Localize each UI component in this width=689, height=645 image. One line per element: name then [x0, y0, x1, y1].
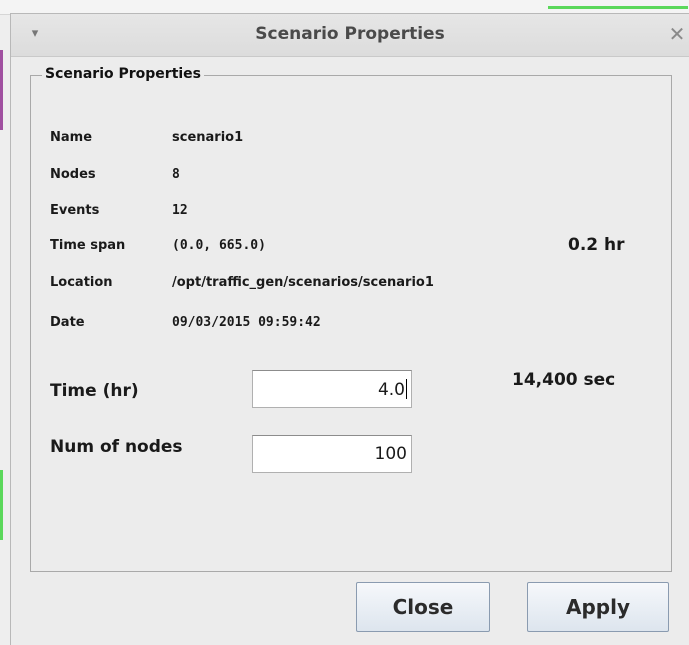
property-label: Events: [50, 203, 100, 218]
num-nodes-input[interactable]: 100: [252, 435, 412, 473]
property-value: scenario1: [172, 130, 244, 145]
time-hours-value: 4.0: [377, 380, 405, 400]
property-label: Location: [50, 275, 113, 290]
properties-group: [30, 75, 672, 572]
time-seconds-readout: 14,400 sec: [512, 370, 616, 390]
close-icon[interactable]: ✕: [667, 23, 687, 45]
text-caret: [406, 379, 407, 399]
nodes-field-label: Num of nodes: [50, 437, 183, 457]
window-title: Scenario Properties: [255, 24, 445, 44]
screen: ▾ Scenario Properties ✕ Scenario Propert…: [0, 0, 689, 645]
property-value: (0.0, 665.0): [172, 238, 266, 253]
time-field-label: Time (hr): [50, 381, 139, 401]
property-value: 8: [172, 167, 180, 182]
property-label: Name: [50, 130, 93, 145]
group-legend: Scenario Properties: [42, 66, 205, 82]
apply-button[interactable]: Apply: [527, 582, 669, 632]
num-nodes-value: 100: [374, 444, 407, 464]
title-bar[interactable]: ▾ Scenario Properties ✕: [11, 14, 689, 57]
time-span-hours: 0.2 hr: [568, 235, 625, 255]
background-window-accent: [0, 50, 3, 130]
property-value: 09/03/2015 09:59:42: [172, 315, 321, 330]
background-window-accent: [548, 6, 688, 9]
property-label: Time span: [50, 238, 126, 253]
property-label: Date: [50, 315, 85, 330]
time-hours-input[interactable]: 4.0: [252, 370, 412, 408]
property-value: 12: [172, 203, 188, 218]
background-window-accent: [0, 470, 3, 540]
property-label: Nodes: [50, 167, 96, 182]
close-button[interactable]: Close: [356, 582, 490, 632]
property-value: /opt/traffic_gen/scenarios/scenario1: [172, 275, 434, 290]
